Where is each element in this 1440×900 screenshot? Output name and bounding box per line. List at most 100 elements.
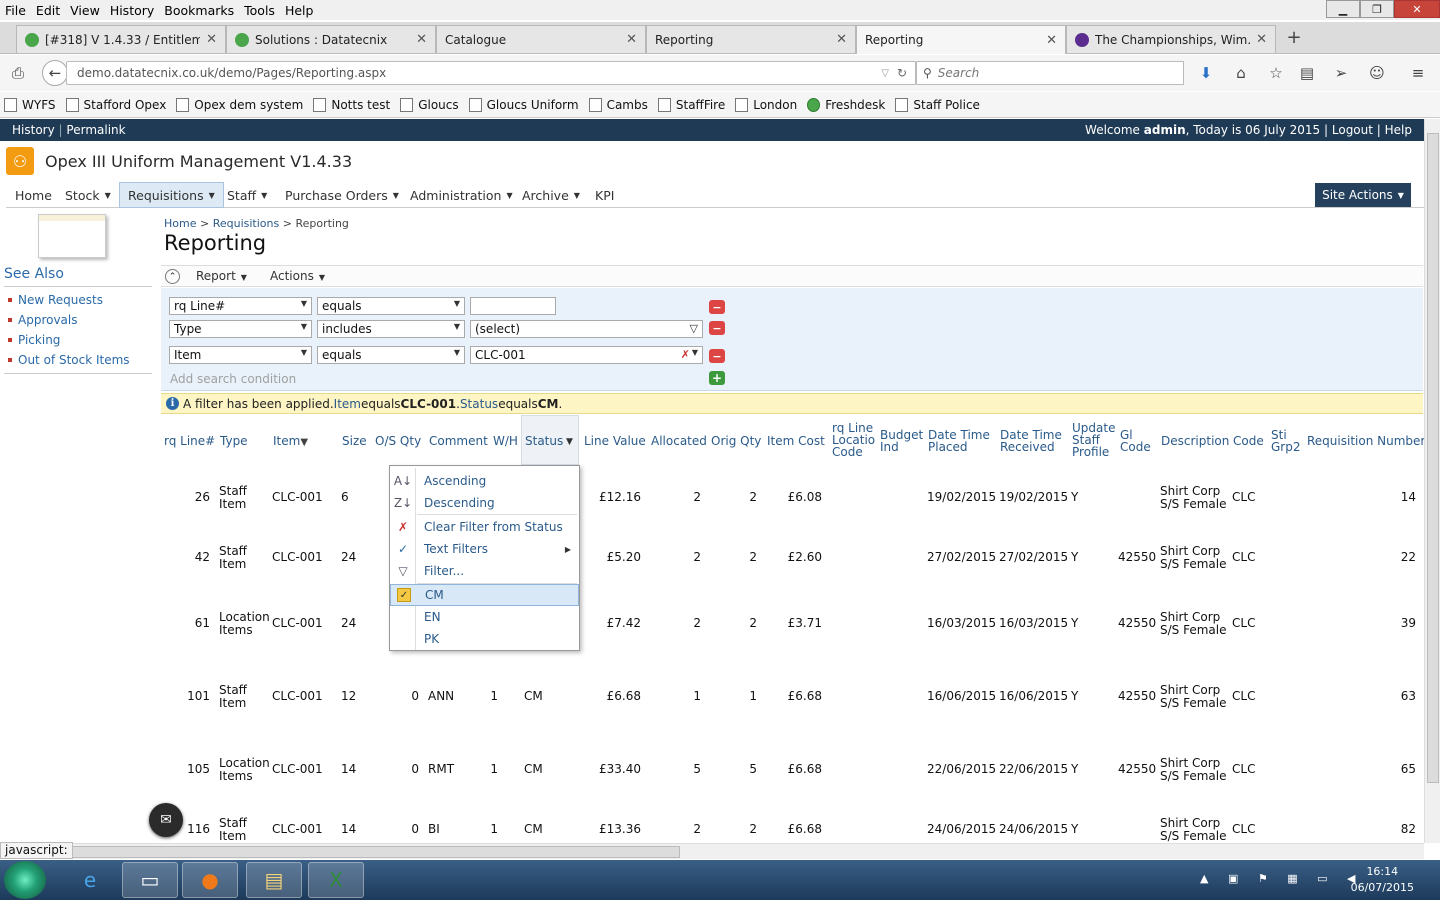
menu-history[interactable]: History [105, 3, 159, 18]
send-icon[interactable]: ➢ [1331, 63, 1351, 83]
col-header-location-code[interactable]: rq Line Locatio Code [832, 422, 876, 458]
value-checkbox-pk[interactable]: PK [390, 628, 579, 650]
download-icon[interactable]: ⬇ [1196, 63, 1216, 83]
clear-filter-item[interactable]: ✗ Clear Filter from Status [390, 516, 579, 538]
filter-value-input-1[interactable] [470, 297, 556, 315]
tab-catalogue[interactable]: Catalogue ✕ [436, 25, 646, 53]
tab-close-icon[interactable]: ✕ [836, 32, 847, 47]
remove-condition-button[interactable]: − [709, 300, 725, 314]
col-header-budget-ind[interactable]: Budget Ind [880, 429, 924, 453]
bookmark-gloucs[interactable]: Gloucs [400, 97, 459, 112]
col-header-code[interactable]: Code [1233, 435, 1264, 447]
new-tab-icon[interactable]: + [1284, 27, 1304, 48]
col-header-comment[interactable]: Comment [429, 435, 488, 447]
firefox-icon[interactable]: ● [182, 862, 238, 898]
restore-button[interactable]: ❐ [1360, 0, 1394, 18]
filter-dialog-item[interactable]: ▽ Filter... [390, 560, 579, 582]
home-icon[interactable]: ⌂ [1231, 63, 1251, 83]
dropdown-history-icon[interactable]: ▽ [881, 68, 889, 79]
tab-reporting-1[interactable]: Reporting ✕ [646, 25, 856, 53]
excel-icon[interactable]: X [308, 862, 364, 898]
col-header-description[interactable]: Description [1161, 435, 1229, 447]
taskbar-clock[interactable]: 16:14 06/07/2015 [1351, 864, 1414, 896]
sort-descending-item[interactable]: Z↓ Descending [390, 492, 579, 514]
actions-menu[interactable]: Actions ▼ [270, 269, 325, 283]
mail-feedback-icon[interactable]: ✉ [149, 803, 183, 837]
status-dropdown-icon[interactable]: ▼ [566, 436, 573, 448]
bookmark-opex-dem[interactable]: Opex dem system [176, 97, 303, 112]
col-header-item-cost[interactable]: Item Cost [767, 435, 825, 447]
tab-close-icon[interactable]: ✕ [626, 32, 637, 47]
logout-link[interactable]: Logout [1332, 123, 1373, 137]
scroll-thumb[interactable] [14, 846, 680, 858]
help-link[interactable]: Help [1385, 123, 1412, 137]
bookmark-wyfs[interactable]: WYFS [4, 97, 56, 112]
filter-funnel-icon[interactable]: ▼ [300, 437, 308, 448]
hamburger-menu-icon[interactable]: ≡ [1408, 63, 1428, 83]
report-menu[interactable]: Report ▼ [196, 269, 247, 283]
menu-stock[interactable]: Stock ▼ [56, 182, 120, 208]
clear-filter-icon[interactable]: ✗ [681, 348, 690, 361]
start-button-icon[interactable] [4, 861, 46, 899]
col-header-rq-line[interactable]: rq Line# [164, 435, 215, 447]
reading-list-icon[interactable]: ▤ [1297, 63, 1317, 83]
col-header-status[interactable]: Status [525, 435, 563, 447]
filter-operator-select-1[interactable]: equals ▼ [317, 297, 465, 315]
bookmark-gloucs-uniform[interactable]: Gloucs Uniform [468, 97, 579, 112]
menu-tools[interactable]: Tools [239, 3, 280, 18]
tab-close-icon[interactable]: ✕ [206, 32, 217, 47]
col-header-gl-code[interactable]: Gl Code [1120, 429, 1151, 453]
close-window-button[interactable]: ✕ [1394, 0, 1440, 18]
bookmark-london[interactable]: London [735, 97, 797, 112]
menu-archive[interactable]: Archive ▼ [513, 182, 589, 208]
bookmark-staff-police[interactable]: Staff Police [895, 97, 980, 112]
site-actions-button[interactable]: Site Actions ▼ [1315, 183, 1411, 207]
value-checkbox-cm[interactable]: ✓ CM [390, 584, 579, 606]
col-header-update-staff-profile[interactable]: Update Staff Profile [1072, 422, 1116, 458]
col-header-wh[interactable]: W/H [493, 435, 518, 447]
breadcrumb-requisitions[interactable]: Requisitions [213, 217, 280, 230]
filter-value-select-2[interactable]: (select) ▽ [470, 320, 703, 338]
menu-edit[interactable]: Edit [31, 3, 65, 18]
search-input[interactable]: ⚲ Search [916, 61, 1184, 85]
tab-close-icon[interactable]: ✕ [416, 32, 427, 47]
menu-purchase-orders[interactable]: Purchase Orders ▼ [276, 182, 408, 208]
menu-administration[interactable]: Administration ▼ [401, 182, 522, 208]
filter-value-select-3[interactable]: CLC-001 ✗ ▼ [470, 346, 703, 364]
tab-solutions[interactable]: Solutions : Datatecnix ✕ [226, 25, 436, 53]
folder-icon[interactable]: ▤ [246, 862, 302, 898]
filter-field-select-3[interactable]: Item ▼ [169, 346, 312, 364]
remove-condition-button[interactable]: − [709, 349, 725, 363]
tab-championships[interactable]: The Championships, Wim... ✕ [1066, 25, 1276, 53]
permalink-link[interactable]: Permalink [66, 123, 125, 137]
col-header-type[interactable]: Type [220, 435, 248, 447]
system-tray-icons[interactable]: ▲ ▣ ⚑ ▦ ▭ ◀ [1200, 872, 1363, 885]
see-also-picking[interactable]: Picking [8, 330, 152, 350]
info-field-status[interactable]: Status [460, 397, 498, 411]
menu-view[interactable]: View [65, 3, 105, 18]
filter-field-select-1[interactable]: rq Line# ▼ [169, 297, 312, 315]
internet-explorer-icon[interactable]: e [62, 862, 118, 898]
back-icon[interactable]: ← [42, 60, 68, 86]
filter-operator-select-2[interactable]: includes ▼ [317, 320, 465, 338]
filter-field-select-2[interactable]: Type ▼ [169, 320, 312, 338]
col-header-size[interactable]: Size [342, 435, 367, 447]
collapse-toggle-icon[interactable]: ⌃ [165, 269, 180, 284]
scroll-thumb[interactable] [1427, 133, 1439, 783]
col-header-orig-qty[interactable]: Orig Qty [711, 435, 761, 447]
menu-home[interactable]: Home [6, 182, 61, 208]
add-search-condition[interactable]: Add search condition [170, 372, 296, 386]
text-filters-item[interactable]: ✓ Text Filters ▶ [390, 538, 579, 560]
filter-funnel-icon[interactable]: ▽ [690, 322, 698, 335]
vertical-scrollbar[interactable] [1424, 119, 1440, 843]
history-link[interactable]: History [12, 123, 55, 137]
bookmark-cambs[interactable]: Cambs [588, 97, 648, 112]
url-bar[interactable]: demo.datatecnix.co.uk/demo/Pages/Reporti… [66, 61, 916, 85]
col-header-sti-grp2[interactable]: Sti Grp2 [1271, 429, 1301, 453]
see-also-new-requests[interactable]: New Requests [8, 290, 152, 310]
remove-condition-button[interactable]: − [709, 321, 725, 335]
col-header-item[interactable]: Item▼ [273, 435, 308, 449]
menu-help[interactable]: Help [280, 3, 319, 18]
bookmark-star-icon[interactable]: ☆ [1266, 63, 1286, 83]
bookmark-stafffire[interactable]: StaffFire [657, 97, 725, 112]
